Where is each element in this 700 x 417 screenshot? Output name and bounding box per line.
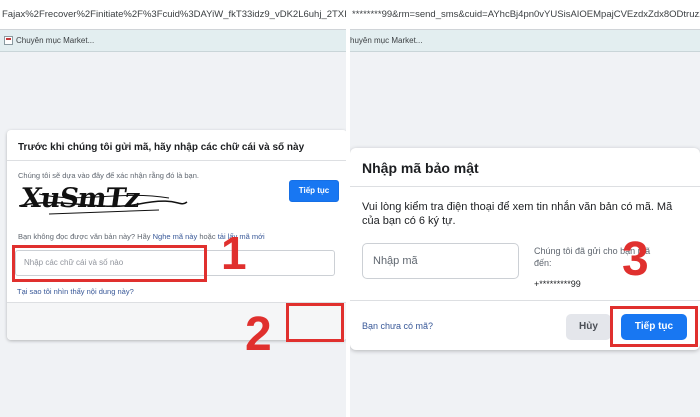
address-bar-url: ********99&rm=send_sms&cuid=AYhcBj4pn0vY… (352, 9, 700, 20)
security-code-input-placeholder: Nhập mã (373, 255, 418, 267)
address-bar[interactable]: ********99&rm=send_sms&cuid=AYhcBj4pn0vY… (350, 0, 700, 30)
bookmarks-bar: Chuyên mục Market... (0, 30, 346, 52)
highlight-continue-button-left (286, 303, 344, 342)
right-screenshot-panel: ********99&rm=send_sms&cuid=AYhcBj4pn0vY… (350, 0, 700, 417)
left-screenshot-panel: Fajax%2Frecover%2Finitiate%2F%3Fcuid%3DA… (0, 0, 346, 417)
captcha-continue-button[interactable]: Tiếp tục (289, 180, 339, 202)
bookmarks-bar: huyên mục Market... (350, 30, 700, 52)
masked-phone-number: +*********99 (534, 279, 581, 289)
security-code-input[interactable]: Nhập mã (362, 243, 519, 279)
cancel-button[interactable]: Hủy (566, 314, 611, 340)
captcha-image: XuSmTz (19, 182, 189, 220)
security-code-description: Vui lòng kiểm tra điện thoại để xem tin … (362, 201, 673, 227)
bookmark-favicon-icon (4, 36, 13, 46)
address-bar[interactable]: Fajax%2Frecover%2Finitiate%2F%3Fcuid%3DA… (0, 0, 346, 30)
bookmark-item-market[interactable]: Chuyên mục Market... (16, 36, 94, 45)
or-label: hoặc (199, 232, 216, 241)
address-bar-url: Fajax%2Frecover%2Finitiate%2F%3Fcuid%3DA… (2, 9, 346, 20)
bookmark-item-market[interactable]: huyên mục Market... (350, 36, 422, 45)
step-number-3: 3 (622, 233, 649, 286)
cant-read-label: Bạn không đọc được văn bản này? Hãy (18, 232, 151, 241)
listen-code-link[interactable]: Nghe mã này (153, 232, 198, 241)
dialog-footer-divider (350, 300, 700, 301)
security-code-dialog-title: Nhập mã bảo mật (362, 160, 479, 176)
dialog-divider (7, 160, 346, 161)
highlight-continue-button-right (610, 306, 698, 347)
why-see-this-link[interactable]: Tại sao tôi nhìn thấy nội dung này? (17, 287, 134, 296)
step-number-1: 1 (221, 227, 247, 279)
no-code-link[interactable]: Bạn chưa có mã? (362, 321, 433, 331)
step-number-2: 2 (245, 308, 272, 361)
captcha-noise-lines (19, 193, 188, 215)
captcha-dialog-description: Chúng tôi sẽ dựa vào đây để xác nhận rằn… (18, 171, 199, 180)
dialog-divider (350, 186, 700, 187)
highlight-captcha-input (12, 245, 207, 282)
captcha-dialog-heading: Trước khi chúng tôi gửi mã, hãy nhập các… (18, 142, 305, 153)
